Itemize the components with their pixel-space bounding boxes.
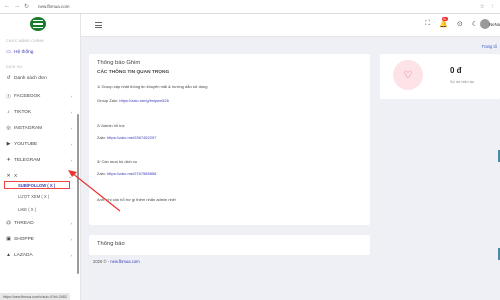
sidebar-subitem-likes[interactable]: LIKE ( X ) — [18, 207, 36, 212]
sidebar-item-label: FACEBOOK — [14, 94, 41, 99]
sidebar-item-label: YOUTUBE — [14, 142, 38, 147]
chevron-right-icon: › — [70, 253, 73, 258]
card-title: Thông báo Ghim — [97, 60, 141, 66]
telegram-icon: ✈ — [6, 158, 11, 163]
settings-icon[interactable]: ⊙ — [457, 20, 463, 28]
chevron-right-icon: › — [70, 158, 73, 163]
sidebar-item-label: LAZADA — [14, 253, 33, 258]
notice-line: 3/ Cần mua hộ dịch vụ — [97, 159, 138, 164]
sidebar-item-facebook[interactable]: ⓕ FACEBOOK › — [6, 92, 72, 101]
notice-line: Zalo: https://zalo.me/0767585858 — [97, 171, 157, 176]
reload-icon[interactable]: ↻ — [24, 3, 29, 10]
sidebar-item-telegram[interactable]: ✈ TELEGRAM › — [6, 156, 72, 165]
notification-card: Thông báo — [89, 235, 370, 255]
sidebar-item-system[interactable]: ▭ Hệ thống — [6, 48, 72, 57]
sidebar-item-label: INSTAGRAM — [14, 126, 43, 131]
notice-heading: CÁC THÔNG TIN QUAN TRỌNG — [97, 70, 170, 75]
chevron-right-icon: › — [70, 94, 73, 99]
sidebar-item-orders[interactable]: ↺ Danh sách đơn — [6, 74, 72, 83]
pinned-notice-card: Thông báo Ghim CÁC THÔNG TIN QUAN TRỌNG … — [89, 54, 370, 225]
notification-icon[interactable]: 🔔 9+ — [439, 17, 448, 28]
dark-mode-icon[interactable]: ☾ — [472, 20, 478, 28]
chevron-right-icon: › — [70, 126, 73, 131]
forward-icon[interactable]: → — [14, 3, 20, 10]
youtube-icon: ▶ — [6, 142, 11, 147]
sidebar-item-label: Danh sách đơn — [14, 76, 47, 81]
sidebar: CHỨC NĂNG CHÍNH ▭ Hệ thống DỊCH VỤ ↺ Dan… — [0, 14, 81, 300]
sidebar-item-tiktok[interactable]: ♪ TIKTOK › — [6, 108, 72, 117]
monitor-icon: ▭ — [6, 50, 11, 55]
group-zalo-link[interactable]: https://zalo.me/g/lmlpwn526 — [119, 98, 169, 103]
chevron-right-icon: › — [70, 237, 73, 242]
service-zalo-link[interactable]: https://zalo.me/0767585858 — [107, 171, 156, 176]
notice-line: 1/ Group cập nhật thông tin khuyến mãi &… — [97, 84, 208, 89]
address-bar[interactable]: new.fbmua.com — [38, 4, 70, 9]
balance-card: ♡ 0 đ Số dư hiện tại — [380, 54, 500, 99]
history-icon: ↺ — [6, 76, 11, 81]
footer: 2026 © - new.fbmua.com — [93, 259, 140, 264]
section-main-label: CHỨC NĂNG CHÍNH — [6, 39, 44, 43]
sidebar-item-label: THREAD — [14, 221, 34, 226]
x-icon: ✕ — [6, 174, 11, 179]
star-icon[interactable]: ☆ — [480, 4, 485, 10]
tiktok-icon: ♪ — [7, 110, 10, 115]
chevron-right-icon: › — [70, 110, 73, 115]
sidebar-item-label: TELEGRAM — [14, 158, 41, 163]
sidebar-item-label: TIKTOK — [14, 110, 32, 115]
fullscreen-icon[interactable]: ⛶ — [425, 20, 430, 28]
footer-link[interactable]: new.fbmua.com — [110, 259, 139, 264]
username[interactable]: NeNa — [489, 22, 500, 27]
sidebar-subitem-sub-follow[interactable]: SUB/FOLLOW ( X ) — [4, 181, 70, 189]
lazada-icon: ▲ — [6, 253, 11, 258]
notice-line: 2/ Admin hỗ trợ: — [97, 123, 126, 128]
back-icon[interactable]: ← — [4, 3, 10, 10]
menu-toggle-icon[interactable] — [95, 22, 102, 30]
home-link[interactable]: Trang tổ — [482, 44, 497, 49]
status-bar-url: https://new.fbmua.com/x/sub-4?id=2483 — [0, 293, 70, 300]
sidebar-item-thread[interactable]: @ THREAD › — [6, 219, 72, 228]
browser-bar: ← → ↻ new.fbmua.com ☆ ⋮ — [0, 0, 500, 14]
heart-icon: ♡ — [393, 60, 423, 90]
sidebar-item-label: Hệ thống — [14, 50, 34, 55]
sidebar-item-youtube[interactable]: ▶ YOUTUBE › — [6, 140, 72, 149]
section-service-label: DỊCH VỤ — [6, 65, 23, 69]
sidebar-item-shoppe[interactable]: ▣ SHOPPE › — [6, 235, 72, 244]
chevron-right-icon: › — [70, 221, 73, 226]
sidebar-subitem-views[interactable]: LƯỢT XEM ( X ) — [18, 194, 49, 199]
chevron-right-icon: › — [70, 142, 73, 147]
balance-label: Số dư hiện tại — [450, 80, 474, 84]
balance-amount: 0 đ — [450, 66, 462, 75]
sidebar-item-x[interactable]: ✕ X ⌄ — [6, 172, 72, 181]
notice-line: Anh, chị cần hỗ trợ gì thêm nhắn admin n… — [97, 197, 177, 202]
card-title: Thông báo — [97, 241, 125, 247]
shopping-bag-icon: ▣ — [6, 237, 11, 242]
browser-nav: ← → ↻ — [0, 3, 36, 10]
sidebar-item-lazada[interactable]: ▲ LAZADA › — [6, 251, 72, 260]
notification-badge: 9+ — [442, 17, 448, 21]
chevron-down-icon: ⌄ — [68, 173, 72, 179]
thread-icon: @ — [6, 221, 11, 226]
sidebar-item-instagram[interactable]: ◎ INSTAGRAM › — [6, 124, 72, 133]
admin-zalo-link[interactable]: https://zalo.me/0367452297 — [107, 135, 156, 140]
sidebar-item-label: X — [14, 174, 18, 179]
sidebar-item-label: SHOPPE — [14, 237, 34, 242]
facebook-icon: ⓕ — [6, 95, 11, 100]
notice-line: Zalo: https://zalo.me/0367452297 — [97, 135, 157, 140]
sidebar-scrollbar[interactable] — [77, 114, 79, 274]
notice-line: Group Zalo: https://zalo.me/g/lmlpwn526 — [97, 98, 169, 103]
logo[interactable] — [30, 17, 46, 31]
instagram-icon: ◎ — [6, 126, 11, 131]
browser-menu-icon[interactable]: ⋮ — [490, 4, 496, 10]
top-bar: ⛶ 🔔 9+ ⊙ ☾ NeNa — [81, 14, 500, 37]
